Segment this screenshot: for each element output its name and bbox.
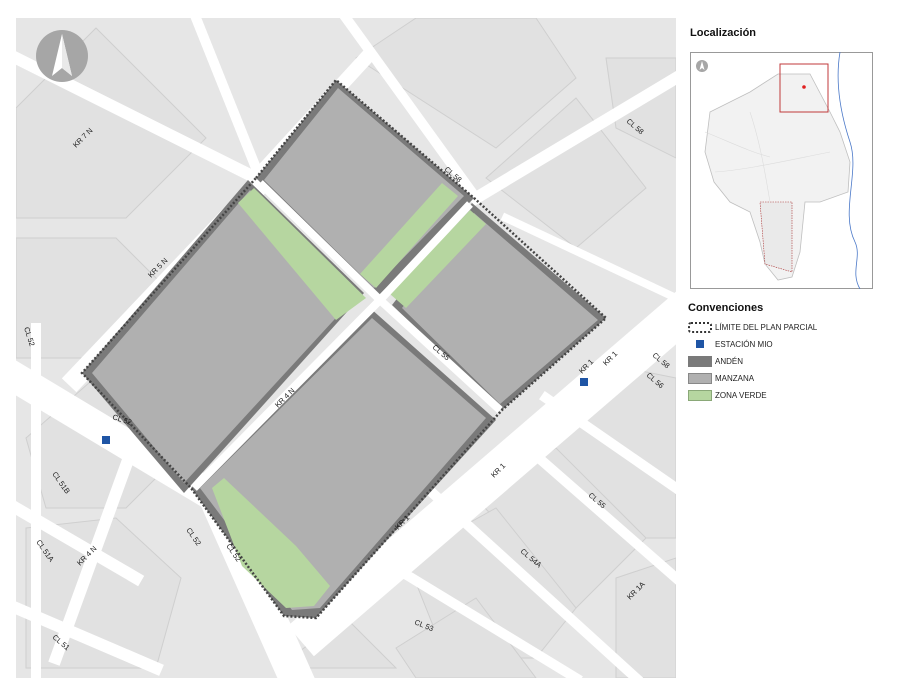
anden-swatch — [688, 355, 712, 367]
estacion-mio-east[interactable] — [580, 378, 588, 386]
main-map[interactable]: KR 7 N KR 5 N KR 4 N KR 4 N CL 58 CL 58 … — [16, 18, 676, 678]
legend-label: ANDÉN — [715, 356, 744, 366]
legend-item-manzana: MANZANA — [688, 371, 754, 385]
localizacion-title: Localización — [690, 27, 757, 39]
legend-item-verde: ZONA VERDE — [688, 388, 767, 402]
map-canvas: KR 7 N KR 5 N KR 4 N KR 4 N CL 58 CL 58 … — [16, 18, 676, 678]
legend-item-estacion: ESTACIÓN MIO — [688, 337, 773, 351]
location-map — [690, 51, 873, 290]
legend-label: LÍMITE DEL PLAN PARCIAL — [715, 322, 818, 332]
estacion-mio-swatch — [696, 340, 704, 348]
legend-label: ZONA VERDE — [715, 390, 767, 400]
limite-swatch — [688, 321, 712, 333]
legend-item-anden: ANDÉN — [688, 354, 743, 368]
legend-label: ESTACIÓN MIO — [715, 339, 773, 349]
legend-label: MANZANA — [715, 373, 755, 383]
legend-item-limite: LÍMITE DEL PLAN PARCIAL — [688, 320, 817, 334]
estacion-mio-west[interactable] — [102, 436, 110, 444]
north-arrow-icon — [36, 30, 88, 82]
manzana-swatch — [688, 372, 712, 384]
zona-verde-swatch — [688, 389, 712, 401]
sidebar: Localización Convenciones LÍMITE DEL PLA… — [688, 0, 888, 695]
convenciones-title: Convenciones — [688, 302, 764, 314]
